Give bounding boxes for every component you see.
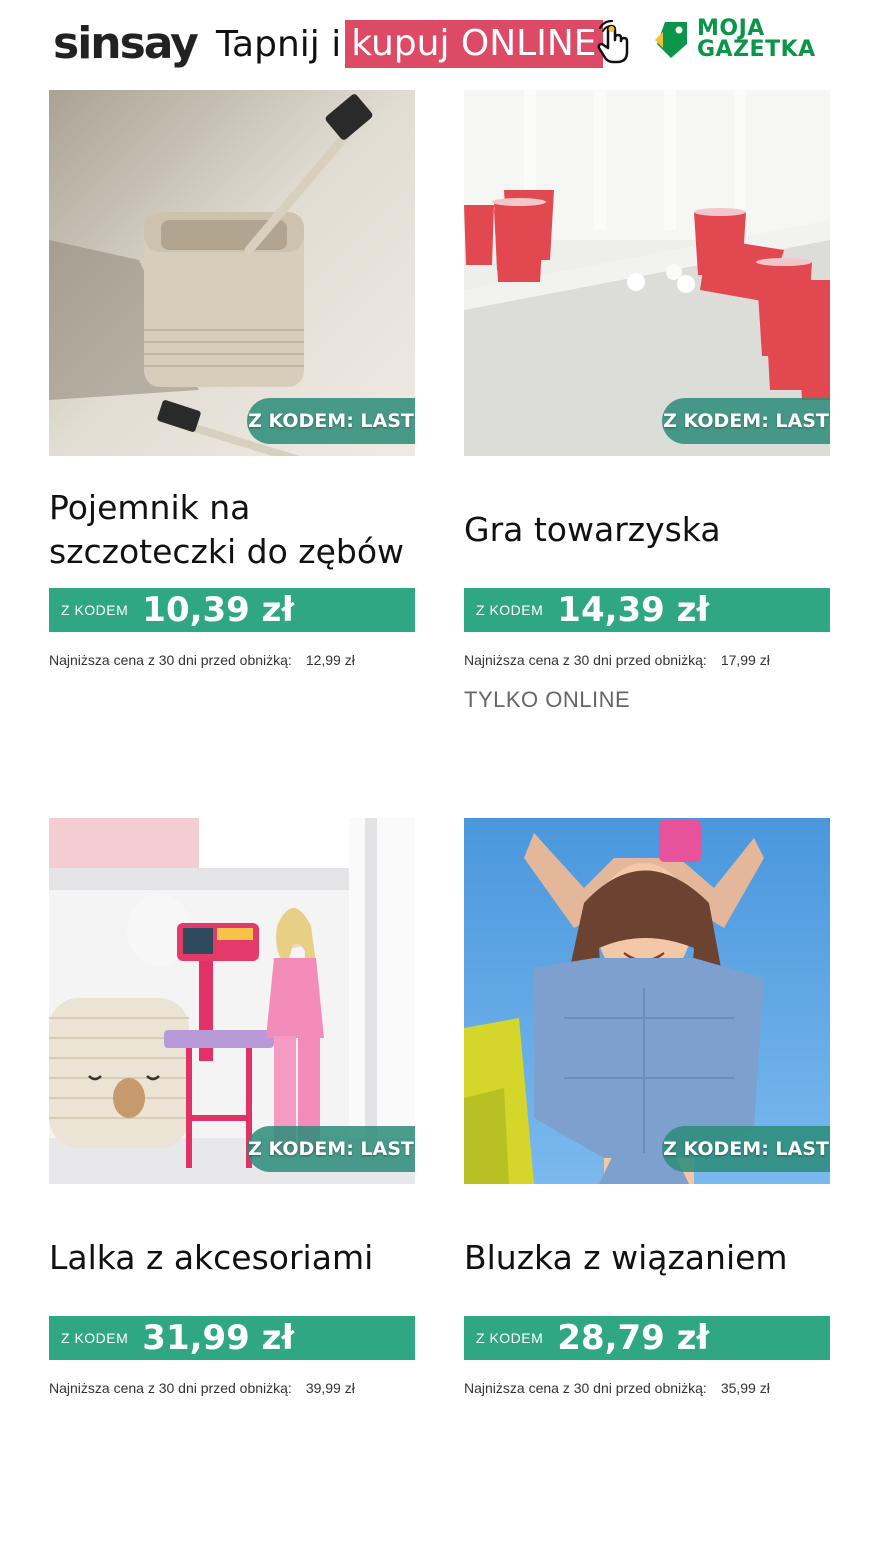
price-value: 31,99 zł bbox=[142, 1318, 295, 1358]
lowest-price-label: Najniższa cena z 30 dni przed obniżką: bbox=[49, 1380, 292, 1396]
product-title[interactable]: Pojemnik na szczoteczki do zębów bbox=[49, 474, 415, 586]
price-bar[interactable]: Z KODEM 14,39 zł bbox=[464, 588, 830, 632]
lowest-price-note: Najniższa cena z 30 dni przed obniżką: 3… bbox=[49, 1380, 415, 1396]
lowest-price-value: 12,99 zł bbox=[305, 652, 355, 668]
lowest-price-label: Najniższa cena z 30 dni przed obniżką: bbox=[49, 652, 292, 668]
hand-pointer-icon bbox=[597, 19, 629, 64]
price-value: 28,79 zł bbox=[557, 1318, 710, 1358]
lowest-price-note: Najniższa cena z 30 dni przed obniżką: 1… bbox=[49, 652, 415, 668]
price-bar[interactable]: Z KODEM 10,39 zł bbox=[49, 588, 415, 632]
lowest-price-value: 35,99 zł bbox=[720, 1380, 770, 1396]
product-title[interactable]: Lalka z akcesoriami bbox=[49, 1202, 415, 1314]
tagline-text: Tapnij i bbox=[216, 23, 342, 65]
price-prefix: Z KODEM bbox=[476, 1330, 544, 1346]
promo-code-badge: Z KODEM: LAST bbox=[247, 398, 415, 444]
price-prefix: Z KODEM bbox=[61, 602, 129, 618]
price-value: 10,39 zł bbox=[142, 590, 295, 630]
lowest-price-label: Najniższa cena z 30 dni przed obniżką: bbox=[464, 1380, 707, 1396]
product-title[interactable]: Bluzka z wiązaniem bbox=[464, 1202, 830, 1314]
lowest-price-note: Najniższa cena z 30 dni przed obniżką: 3… bbox=[464, 1380, 830, 1396]
product-image[interactable]: Z KODEM: LAST bbox=[464, 90, 830, 456]
price-prefix: Z KODEM bbox=[61, 1330, 129, 1346]
lowest-price-label: Najniższa cena z 30 dni przed obniżką: bbox=[464, 652, 707, 668]
lowest-price-value: 39,99 zł bbox=[305, 1380, 355, 1396]
product-image[interactable]: Z KODEM: LAST bbox=[464, 818, 830, 1184]
moja-gazetka-logo[interactable]: MOJA GAZETKA bbox=[653, 18, 828, 66]
promo-code-badge: Z KODEM: LAST bbox=[247, 1126, 415, 1172]
product-image[interactable]: Z KODEM: LAST bbox=[49, 90, 415, 456]
price-bar[interactable]: Z KODEM 31,99 zł bbox=[49, 1316, 415, 1360]
promo-code-badge: Z KODEM: LAST bbox=[662, 398, 830, 444]
promo-code-badge: Z KODEM: LAST bbox=[662, 1126, 830, 1172]
product-title[interactable]: Gra towarzyska bbox=[464, 474, 830, 586]
price-prefix: Z KODEM bbox=[476, 602, 544, 618]
lowest-price-note: Najniższa cena z 30 dni przed obniżką: 1… bbox=[464, 652, 830, 668]
product-image[interactable]: Z KODEM: LAST bbox=[49, 818, 415, 1184]
lowest-price-value: 17,99 zł bbox=[720, 652, 770, 668]
price-bar[interactable]: Z KODEM 28,79 zł bbox=[464, 1316, 830, 1360]
sinsay-logo[interactable]: sinsay bbox=[53, 18, 199, 70]
tag-icon bbox=[655, 22, 687, 58]
logo-line2: GAZETKA bbox=[697, 37, 816, 62]
logo-line1: MOJA bbox=[697, 16, 765, 41]
header: sinsay Tapnij i kupuj ONLINE MOJA GAZETK… bbox=[0, 0, 879, 90]
price-value: 14,39 zł bbox=[557, 590, 710, 630]
tagline-highlight: kupuj ONLINE bbox=[345, 20, 603, 68]
tagline[interactable]: Tapnij i kupuj ONLINE bbox=[216, 20, 603, 68]
online-only-label: TYLKO ONLINE bbox=[464, 687, 631, 712]
